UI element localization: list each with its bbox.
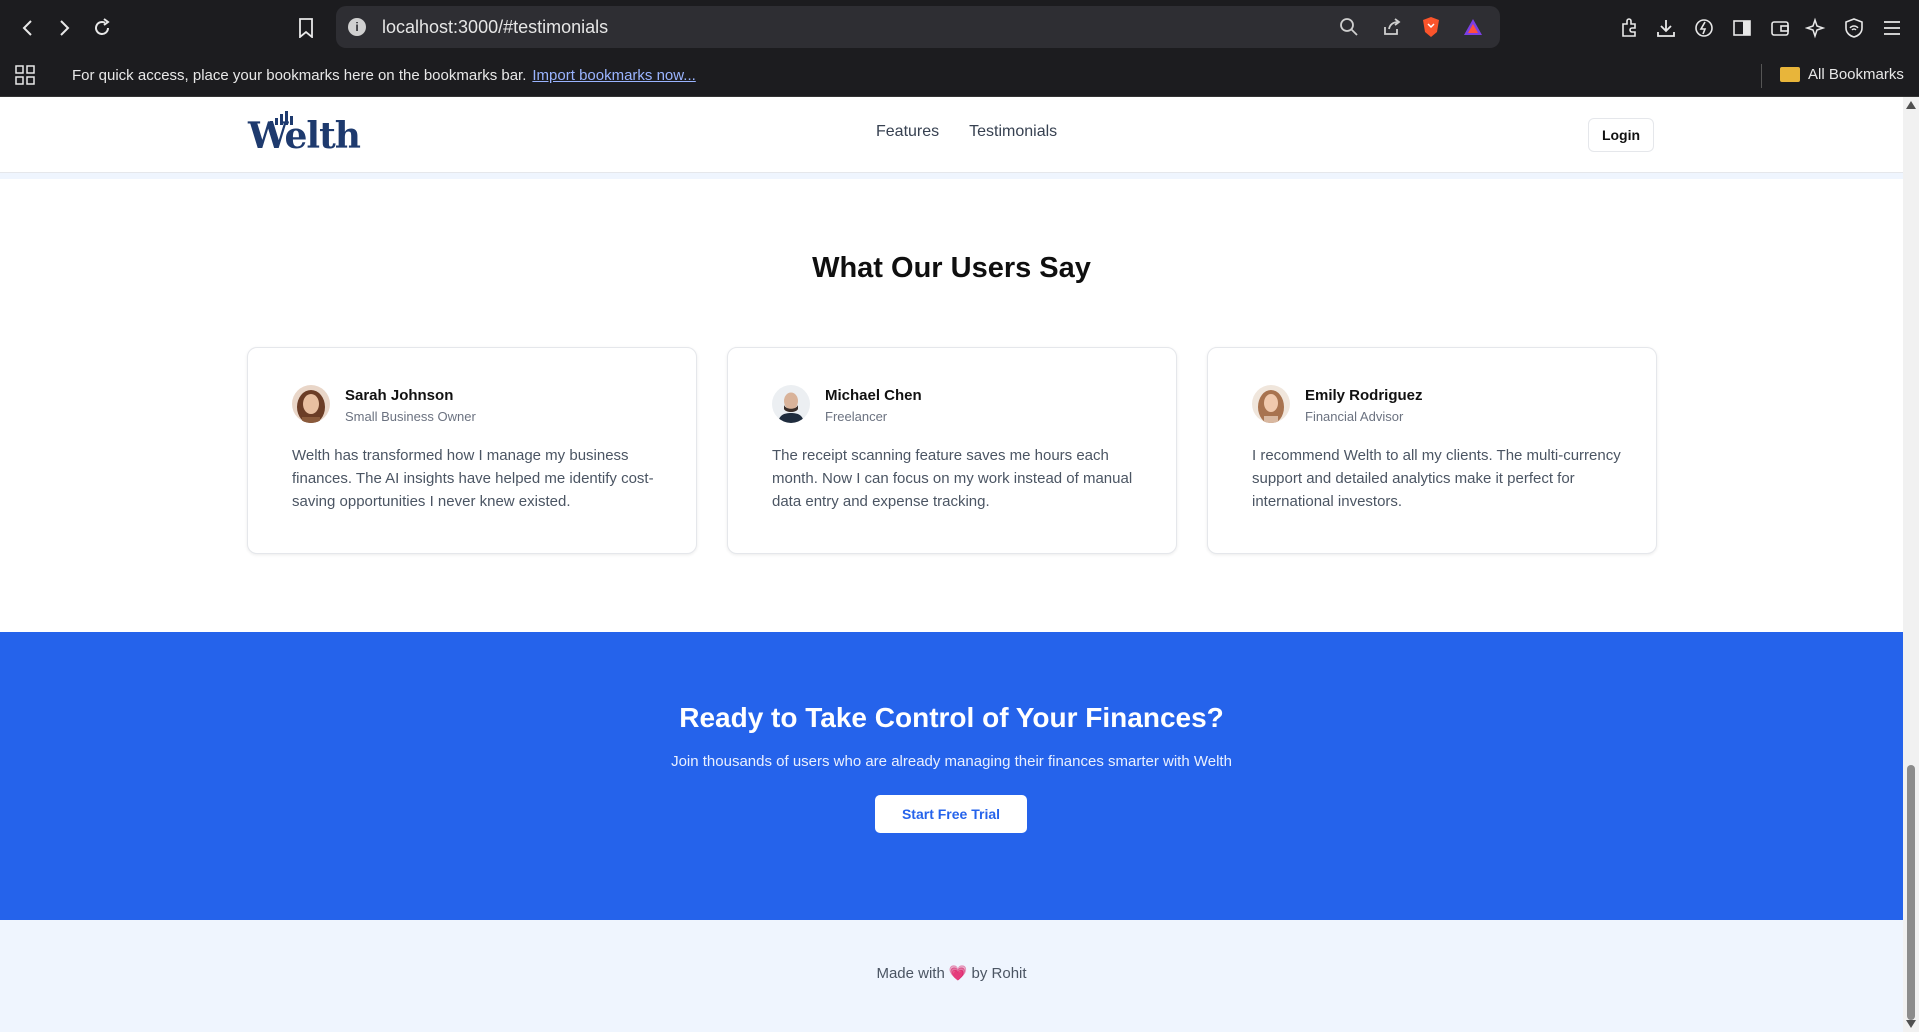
- bookmarks-prompt-text: For quick access, place your bookmarks h…: [72, 67, 527, 84]
- person-name: Michael Chen: [825, 387, 922, 404]
- leo-icon[interactable]: [1690, 14, 1718, 42]
- page-viewport: Welth Features Testimonials Login What O…: [0, 97, 1903, 1032]
- person-role: Small Business Owner: [345, 409, 476, 424]
- testimonial-quote: I recommend Welth to all my clients. The…: [1252, 447, 1621, 510]
- browser-toolbar: i localhost:3000/#testimonials: [0, 0, 1919, 55]
- ai-sparkle-icon[interactable]: [1802, 14, 1830, 42]
- header-divider: [0, 173, 1903, 179]
- page-scrollbar[interactable]: [1903, 97, 1919, 1032]
- start-free-trial-button[interactable]: Start Free Trial: [875, 795, 1027, 833]
- forward-icon[interactable]: [46, 10, 82, 46]
- bookmarks-bar: For quick access, place your bookmarks h…: [0, 55, 1919, 97]
- logo[interactable]: Welth: [248, 111, 361, 157]
- login-button[interactable]: Login: [1588, 118, 1654, 152]
- vpn-icon[interactable]: [1840, 14, 1868, 42]
- avatar: [292, 385, 330, 423]
- folder-icon: [1780, 67, 1800, 82]
- menu-icon[interactable]: [1878, 14, 1906, 42]
- scroll-down-icon[interactable]: [1906, 1020, 1916, 1028]
- avatar: [772, 385, 810, 423]
- import-bookmarks-link[interactable]: Import bookmarks now...: [532, 67, 695, 84]
- sidebar-icon[interactable]: [1728, 14, 1756, 42]
- bookmarks-separator: [1761, 64, 1762, 88]
- site-footer: Made with 💗 by Rohit: [0, 920, 1903, 1032]
- site-header: Welth Features Testimonials Login: [0, 97, 1903, 173]
- footer-credit: Made with 💗 by Rohit: [0, 964, 1903, 982]
- all-bookmarks-button[interactable]: All Bookmarks: [1780, 66, 1904, 83]
- testimonials-title: What Our Users Say: [812, 252, 1091, 284]
- testimonial-card: Sarah Johnson Small Business Owner Welth…: [247, 347, 697, 554]
- address-bar[interactable]: i localhost:3000/#testimonials: [336, 6, 1500, 48]
- url-text: localhost:3000/#testimonials: [382, 17, 609, 37]
- scroll-up-icon[interactable]: [1906, 101, 1916, 109]
- wallet-icon[interactable]: [1766, 14, 1794, 42]
- nav-testimonials[interactable]: Testimonials: [969, 123, 1057, 141]
- testimonial-quote: Welth has transformed how I manage my bu…: [292, 447, 654, 510]
- main-nav: Features Testimonials: [876, 123, 1057, 141]
- all-bookmarks-label: All Bookmarks: [1808, 66, 1904, 83]
- heart-icon: 💗: [948, 965, 968, 982]
- site-info-icon[interactable]: i: [348, 18, 366, 36]
- cta-subtitle: Join thousands of users who are already …: [671, 753, 1232, 770]
- nav-features[interactable]: Features: [876, 123, 939, 141]
- person-name: Emily Rodriguez: [1305, 387, 1423, 404]
- apps-grid-icon[interactable]: [14, 64, 36, 91]
- made-with-text: Made with: [876, 965, 945, 982]
- back-icon[interactable]: [10, 10, 46, 46]
- reload-icon[interactable]: [84, 10, 120, 46]
- bookmark-icon[interactable]: [288, 10, 324, 46]
- author-text: by Rohit: [971, 965, 1027, 982]
- cta-title: Ready to Take Control of Your Finances?: [679, 702, 1224, 733]
- testimonial-quote: The receipt scanning feature saves me ho…: [772, 447, 1133, 510]
- share-icon[interactable]: [1379, 14, 1405, 40]
- avatar: [1252, 385, 1290, 423]
- logo-bars-icon: [270, 111, 293, 125]
- brave-rewards-icon[interactable]: [1460, 14, 1486, 40]
- zoom-icon[interactable]: [1336, 14, 1362, 40]
- brave-shield-icon[interactable]: [1418, 14, 1444, 40]
- person-name: Sarah Johnson: [345, 387, 454, 404]
- cta-section: Ready to Take Control of Your Finances? …: [0, 632, 1903, 920]
- extensions-icon[interactable]: [1616, 14, 1644, 42]
- logo-text: Welth: [248, 115, 361, 157]
- bookmarks-prompt: For quick access, place your bookmarks h…: [72, 67, 696, 84]
- person-role: Freelancer: [825, 409, 888, 424]
- testimonial-card: Emily Rodriguez Financial Advisor I reco…: [1207, 347, 1657, 554]
- testimonial-card: Michael Chen Freelancer The receipt scan…: [727, 347, 1177, 554]
- person-role: Financial Advisor: [1305, 409, 1404, 424]
- scrollbar-thumb[interactable]: [1907, 765, 1915, 1020]
- download-icon[interactable]: [1652, 14, 1680, 42]
